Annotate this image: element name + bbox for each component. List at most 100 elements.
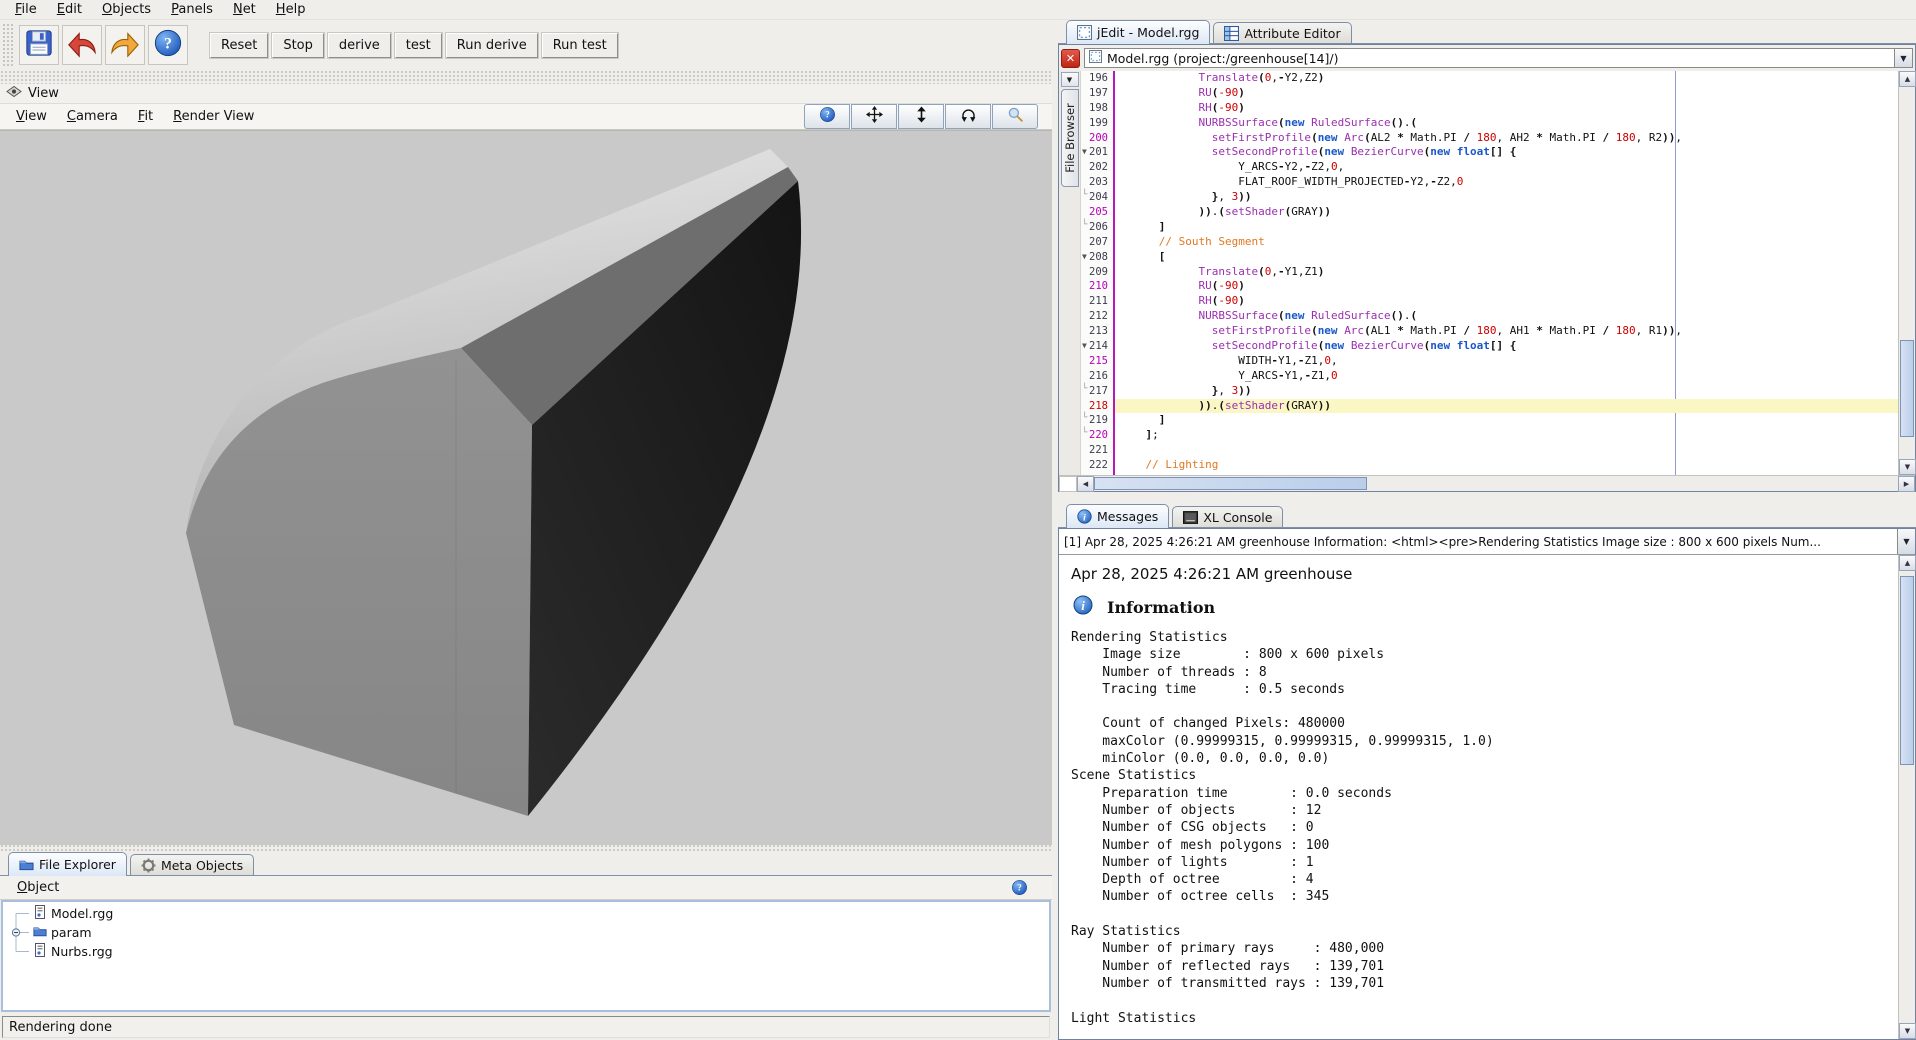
scroll-up-button[interactable]: ▲ <box>1899 555 1916 571</box>
code-line-205[interactable]: )).(setShader(GRAY)) <box>1119 205 1898 220</box>
code-line-211[interactable]: RH(-90) <box>1119 294 1898 309</box>
messages-vertical-scrollbar[interactable]: ▲ ▼ <box>1898 555 1915 1039</box>
line-number-221[interactable]: 221 <box>1081 443 1113 458</box>
panel-drag-strip-bottom[interactable] <box>0 844 1052 852</box>
toolbar-grip[interactable] <box>2 23 14 67</box>
code-line-200[interactable]: setFirstProfile(new Arc(AL2 * Math.PI / … <box>1119 131 1898 146</box>
buffer-selector-arrow[interactable]: ▼ <box>1894 49 1912 67</box>
line-number-196[interactable]: 196 <box>1081 71 1113 86</box>
code-line-197[interactable]: RU(-90) <box>1119 86 1898 101</box>
menu-objects[interactable]: Objects <box>93 1 160 18</box>
line-number-212[interactable]: 212 <box>1081 309 1113 324</box>
line-number-208[interactable]: ▼208 <box>1081 250 1113 265</box>
line-number-211[interactable]: 211 <box>1081 294 1113 309</box>
viewport-zoom-icon-button[interactable] <box>992 104 1038 129</box>
code-line-219[interactable]: ] <box>1119 413 1898 428</box>
menu-object[interactable]: Object <box>8 879 68 896</box>
code-line-204[interactable]: }, 3)) <box>1119 190 1898 205</box>
message-list-dropdown-arrow[interactable]: ▼ <box>1897 529 1915 554</box>
code-line-216[interactable]: Y_ARCS-Y1,-Z1,0 <box>1119 369 1898 384</box>
line-number-204[interactable]: └204 <box>1081 190 1113 205</box>
messages-vscroll-thumb[interactable] <box>1900 576 1914 766</box>
editor-tab-jedit-model-rgg[interactable]: jEdit - Model.rgg <box>1066 20 1210 44</box>
viewport-3d[interactable] <box>0 130 1052 844</box>
line-number-222[interactable]: 222 <box>1081 458 1113 473</box>
viewport-move-icon-button[interactable] <box>851 104 897 129</box>
line-number-201[interactable]: ▼201 <box>1081 145 1113 160</box>
code-line-209[interactable]: Translate(0,-Y1,Z1) <box>1119 265 1898 280</box>
line-number-197[interactable]: 197 <box>1081 86 1113 101</box>
line-number-199[interactable]: 199 <box>1081 116 1113 131</box>
run-derive-button[interactable]: Run derive <box>446 33 538 58</box>
line-number-200[interactable]: 200 <box>1081 131 1113 146</box>
stop-button[interactable]: Stop <box>272 33 324 58</box>
code-line-206[interactable]: ] <box>1119 220 1898 235</box>
fold-marker[interactable]: ▼ <box>1082 145 1087 160</box>
toolbar-redo-icon-button[interactable] <box>105 25 145 65</box>
line-number-214[interactable]: ▼214 <box>1081 339 1113 354</box>
editor-tab-attribute-editor[interactable]: Attribute Editor <box>1213 22 1351 44</box>
explorer-tab-meta-objects[interactable]: Meta Objects <box>130 854 254 876</box>
code-line-207[interactable]: // South Segment <box>1119 235 1898 250</box>
panel-drag-strip[interactable] <box>0 70 1052 84</box>
close-buffer-button[interactable]: ✕ <box>1061 49 1080 68</box>
explorer-tab-file-explorer[interactable]: File Explorer <box>8 852 127 876</box>
view-menu-render-view[interactable]: Render View <box>163 108 264 125</box>
tree-item-nurbs-rgg[interactable]: Nurbs.rgg <box>7 942 1049 961</box>
toolbar-help-icon-button[interactable]: ? <box>148 25 188 65</box>
code-line-203[interactable]: FLAT_ROOF_WIDTH_PROJECTED-Y2,-Z2,0 <box>1119 175 1898 190</box>
menu-panels[interactable]: Panels <box>162 1 222 18</box>
messages-tab-xl-console[interactable]: XL Console <box>1172 506 1283 528</box>
viewport-move-vertical-icon-button[interactable] <box>898 104 944 129</box>
view-menu-fit[interactable]: Fit <box>128 108 163 125</box>
code-line-202[interactable]: Y_ARCS-Y2,-Z2,0, <box>1119 160 1898 175</box>
code-line-221[interactable] <box>1119 443 1898 458</box>
line-number-215[interactable]: 215 <box>1081 354 1113 369</box>
menu-edit[interactable]: Edit <box>48 1 91 18</box>
code-line-208[interactable]: [ <box>1119 250 1898 265</box>
code-line-196[interactable]: Translate(0,-Y2,Z2) <box>1119 71 1898 86</box>
view-menu-view[interactable]: View <box>6 108 57 125</box>
message-list-row[interactable]: [1] Apr 28, 2025 4:26:21 AM greenhouse I… <box>1059 529 1915 555</box>
scroll-down-button[interactable]: ▼ <box>1899 459 1916 475</box>
editor-horizontal-scrollbar[interactable]: ◀ ▶ <box>1059 475 1915 491</box>
code-line-220[interactable]: ]; <box>1119 428 1898 443</box>
scroll-up-button[interactable]: ▲ <box>1899 71 1916 87</box>
line-number-202[interactable]: 202 <box>1081 160 1113 175</box>
messages-tab-messages[interactable]: i Messages <box>1066 504 1169 528</box>
scroll-left-button[interactable]: ◀ <box>1077 476 1094 492</box>
viewport-rotate-icon-button[interactable] <box>945 104 991 129</box>
line-number-217[interactable]: └217 <box>1081 384 1113 399</box>
test-button[interactable]: test <box>395 33 442 58</box>
code-line-222[interactable]: // Lighting <box>1119 458 1898 473</box>
menu-net[interactable]: Net <box>224 1 265 18</box>
menu-file[interactable]: File <box>6 1 46 18</box>
toolbar-undo-icon-button[interactable] <box>62 25 102 65</box>
code-area[interactable]: Translate(0,-Y2,Z2) RU(-90) RH(-90) NURB… <box>1115 71 1898 475</box>
editor-vertical-scrollbar[interactable]: ▲ ▼ <box>1898 71 1915 475</box>
code-line-217[interactable]: }, 3)) <box>1119 384 1898 399</box>
code-line-199[interactable]: NURBSSurface(new RuledSurface().( <box>1119 116 1898 131</box>
editor-vscroll-thumb[interactable] <box>1900 340 1914 437</box>
line-number-213[interactable]: 213 <box>1081 324 1113 339</box>
help-icon[interactable]: ? <box>1011 879 1028 896</box>
viewport-help-icon-button[interactable]: ? <box>804 104 850 129</box>
code-line-215[interactable]: WIDTH-Y1,-Z1,0, <box>1119 354 1898 369</box>
tree-item-model-rgg[interactable]: Model.rgg <box>7 904 1049 923</box>
run-test-button[interactable]: Run test <box>542 33 618 58</box>
code-line-214[interactable]: setSecondProfile(new BezierCurve(new flo… <box>1119 339 1898 354</box>
code-line-212[interactable]: NURBSSurface(new RuledSurface().( <box>1119 309 1898 324</box>
line-number-209[interactable]: 209 <box>1081 265 1113 280</box>
code-line-210[interactable]: RU(-90) <box>1119 279 1898 294</box>
line-number-206[interactable]: └206 <box>1081 220 1113 235</box>
code-line-218[interactable]: )).(setShader(GRAY)) <box>1115 399 1898 414</box>
code-line-213[interactable]: setFirstProfile(new Arc(AL1 * Math.PI / … <box>1119 324 1898 339</box>
fold-marker[interactable]: ▼ <box>1082 250 1087 265</box>
toolbar-save-icon-button[interactable] <box>19 25 59 65</box>
code-line-198[interactable]: RH(-90) <box>1119 101 1898 116</box>
reset-button[interactable]: Reset <box>210 33 268 58</box>
line-number-220[interactable]: └220 <box>1081 428 1113 443</box>
derive-button[interactable]: derive <box>328 33 391 58</box>
menu-help[interactable]: Help <box>267 1 315 18</box>
dock-collapse-button[interactable]: ▼ <box>1061 72 1079 87</box>
